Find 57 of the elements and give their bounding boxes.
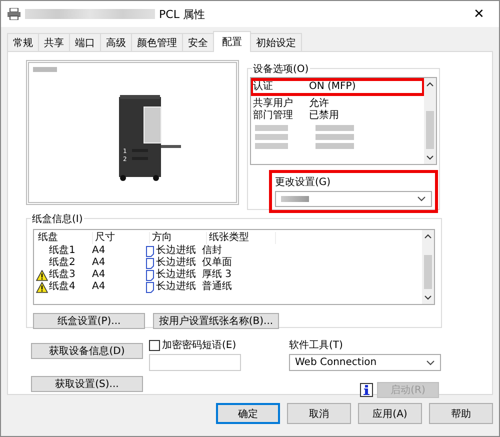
- window-title: PCL 属性: [159, 6, 206, 22]
- scroll-down-icon[interactable]: [426, 155, 434, 160]
- field-label: 更改设置(G): [275, 176, 332, 189]
- field-label: 软件工具(T): [289, 339, 344, 352]
- table-cell: 纸盘3: [49, 269, 76, 281]
- column-header[interactable]: 纸盘: [36, 232, 93, 244]
- table-cell-text: A4: [92, 257, 106, 269]
- column-header[interactable]: 纸张类型: [207, 232, 276, 244]
- caret-icon: [426, 360, 435, 366]
- table-cell-text: 长边进纸: [156, 245, 196, 256]
- scrollbar[interactable]: [424, 78, 436, 164]
- table-cell: 长边进纸: [156, 281, 196, 293]
- group-label: 纸盒信息(I): [31, 212, 84, 226]
- dialog-button[interactable]: 帮助: [429, 403, 493, 424]
- scroll-up-icon[interactable]: [424, 234, 432, 239]
- dialog-button[interactable]: 应用(A): [358, 403, 422, 424]
- dialog-button[interactable]: 取消: [287, 403, 351, 424]
- dialog-button[interactable]: 确定: [216, 403, 280, 424]
- tab[interactable]: 共享: [38, 33, 70, 51]
- caret-icon: [417, 196, 426, 202]
- table-cell-text: 仅单面: [202, 257, 233, 269]
- table-cell: 纸盘1: [49, 245, 76, 257]
- blurred-text: [33, 67, 57, 72]
- table-cell-text: 信封: [202, 245, 223, 256]
- passphrase-field[interactable]: [149, 354, 241, 371]
- tray-list[interactable]: 纸盘 尺寸 方向 纸张类型 纸盘1 A4 长边进纸 信封 纸盘2 A4 长边进纸 仅单面 纸盘3 A4 长边进纸 厚纸 3 纸盘4 A4 长边进纸 普通纸: [33, 229, 435, 305]
- options-list[interactable]: 认证 ON (MFP) 共享用户 允许 部门管理 已禁用: [250, 77, 437, 165]
- scrollbar[interactable]: [422, 230, 434, 304]
- printer-icon: [7, 8, 21, 20]
- table-cell-text: 长边进纸: [156, 269, 196, 280]
- group-label: 设备选项(O): [252, 62, 310, 76]
- table-cell-text: A4: [92, 245, 106, 257]
- table-cell-text: 厚纸 3: [202, 269, 233, 280]
- table-cell: 纸盘4: [49, 281, 76, 293]
- option-row[interactable]: 共享用户 允许: [253, 98, 422, 110]
- dialog-button[interactable]: 按用户设置纸张名称(B)...: [153, 313, 279, 329]
- table-cell-text: A4: [92, 281, 106, 293]
- column-header[interactable]: 尺寸: [93, 232, 150, 244]
- close-button[interactable]: ✕: [459, 1, 499, 27]
- scroll-up-icon[interactable]: [426, 82, 434, 87]
- encrypt-checkbox[interactable]: 加密密码短语(E): [149, 338, 283, 352]
- get-info-button[interactable]: 获取设备信息(D): [31, 343, 143, 359]
- table-cell: 纸盘2: [49, 257, 76, 269]
- table-cell-text: A4: [92, 269, 106, 281]
- tab[interactable]: 初始设定: [250, 33, 302, 51]
- dialog-button[interactable]: 纸盒设置(P)...: [33, 313, 145, 329]
- option-row[interactable]: 认证 ON (MFP): [253, 81, 422, 93]
- scroll-down-icon[interactable]: [424, 295, 432, 300]
- tools-dropdown[interactable]: Web Connection: [289, 354, 441, 371]
- tab[interactable]: 配置: [213, 31, 251, 52]
- table-cell-text: 普通纸: [202, 281, 233, 293]
- get-settings-button[interactable]: 获取设置(S)...: [31, 376, 143, 392]
- info-icon[interactable]: [360, 383, 373, 397]
- column-header[interactable]: 方向: [150, 232, 207, 244]
- table-cell-text: 长边进纸: [156, 257, 196, 268]
- option-row[interactable]: 部门管理 已禁用: [253, 110, 422, 122]
- tab[interactable]: 常规: [7, 33, 39, 51]
